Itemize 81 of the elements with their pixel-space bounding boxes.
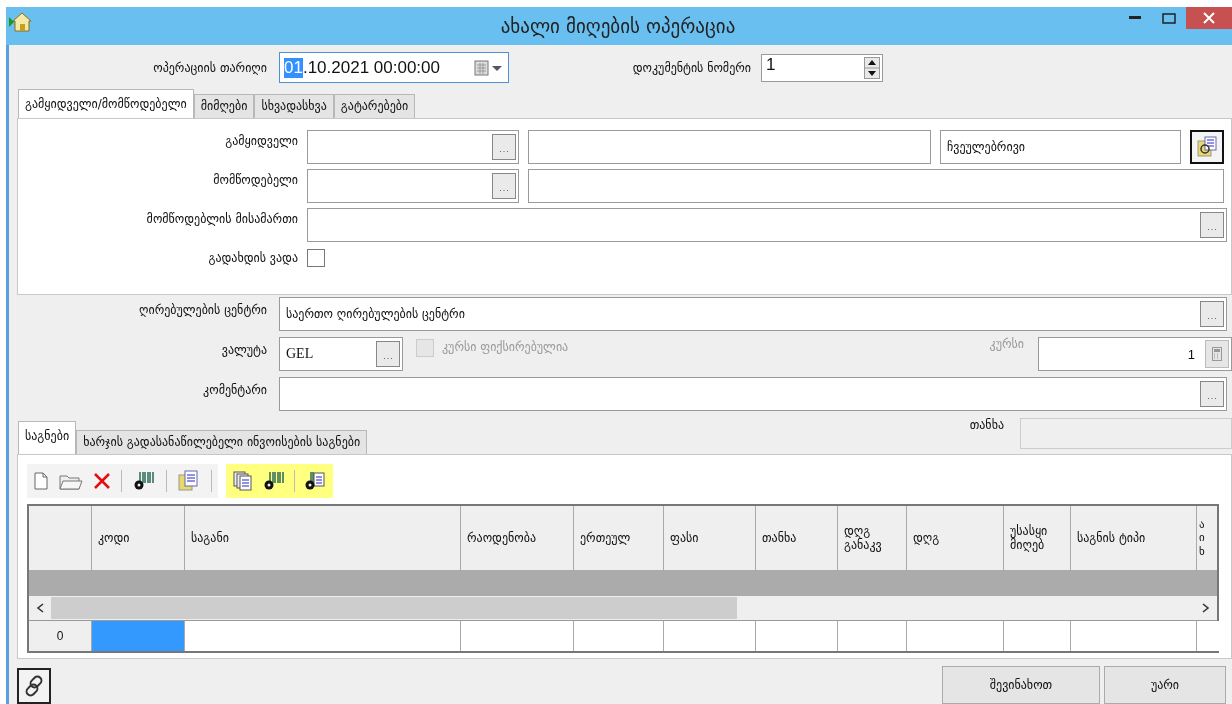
delete-icon[interactable]: [93, 472, 111, 490]
ellipsis-icon: [499, 188, 509, 192]
table-cell[interactable]: [91, 621, 184, 651]
tab[interactable]: მიმღები: [193, 94, 255, 118]
scroll-right-icon[interactable]: [1201, 602, 1211, 614]
field-label: მომწოდებელი: [212, 172, 298, 187]
scroll-left-icon[interactable]: [35, 602, 45, 614]
dialog-button[interactable]: შევინახოთ: [942, 666, 1100, 704]
supplier-name-field[interactable]: [528, 169, 1224, 203]
browse-button[interactable]: [1200, 212, 1224, 238]
total-label: თანხა: [969, 418, 1004, 432]
barcode-gear-icon[interactable]: [262, 470, 286, 492]
currency-field[interactable]: GEL: [279, 337, 403, 371]
selected-text: 01: [284, 57, 303, 78]
address-field[interactable]: [307, 208, 1227, 242]
field-value: ჩვეულებრივი: [947, 140, 1025, 154]
ellipsis-icon: [1207, 227, 1217, 231]
row-number: 0: [29, 621, 91, 651]
comment-field[interactable]: [279, 377, 1227, 411]
calculator-icon: [1212, 347, 1222, 361]
calendar-dropdown-icon[interactable]: [474, 59, 504, 76]
checkbox[interactable]: [307, 249, 325, 267]
maximize-icon: [1162, 12, 1176, 24]
seller-type-field[interactable]: ჩვეულებრივი: [940, 130, 1181, 164]
seller-name-field[interactable]: [528, 130, 931, 164]
dialog-button[interactable]: უარი: [1104, 666, 1226, 704]
scrollbar-thumb[interactable]: [51, 597, 738, 619]
tab[interactable]: გამყიდველი/მომწოდებელი: [18, 89, 194, 118]
field-label: გადახდის ვადა: [207, 250, 298, 265]
tab[interactable]: საგნები: [18, 421, 77, 454]
seller-code-field[interactable]: [307, 130, 519, 164]
close-icon: [1203, 12, 1215, 24]
browse-button[interactable]: [376, 341, 400, 367]
spinner-icon[interactable]: [864, 56, 880, 79]
new-file-icon[interactable]: [33, 472, 49, 490]
window-title: ახალი მიღების ოპერაცია: [500, 15, 736, 37]
document-gear-icon[interactable]: [303, 470, 327, 492]
rate-field[interactable]: 1: [1038, 337, 1232, 371]
field-label: დოკუმენტის ნომერი: [631, 60, 751, 75]
tab[interactable]: სხვადასხვა: [254, 94, 334, 118]
calculator-button[interactable]: [1205, 340, 1229, 368]
close-button[interactable]: [1186, 7, 1232, 29]
supplier-code-field[interactable]: [307, 169, 519, 203]
minimize-icon: [1129, 16, 1141, 20]
browse-button[interactable]: [492, 134, 516, 160]
checkbox-label: კურსი ფიქსირებულია: [442, 339, 569, 354]
date-text: .10.2021 00:00:00: [302, 57, 440, 78]
browse-button[interactable]: [1200, 381, 1224, 407]
field-label: კურსი: [989, 337, 1024, 351]
house-icon: [9, 11, 33, 33]
field-value: GEL: [286, 346, 314, 362]
ellipsis-icon: [1207, 316, 1217, 320]
number-field[interactable]: 1: [761, 53, 883, 82]
browse-button[interactable]: [492, 173, 516, 199]
cost-center-field[interactable]: საერთო ღირებულების ცენტრი: [279, 297, 1227, 331]
field-label: ოპერაციის თარიღი: [152, 60, 267, 75]
folder-icon[interactable]: [59, 472, 83, 490]
field-label: გამყიდველი: [224, 133, 298, 148]
field-value: საერთო ღირებულების ცენტრი: [286, 307, 465, 321]
document-icon: [1196, 136, 1218, 158]
field-label: მომწოდებლის მისამართი: [145, 211, 298, 226]
copy-document-icon[interactable]: [177, 470, 201, 492]
horizontal-scrollbar[interactable]: [29, 596, 1217, 620]
tab[interactable]: გატარებები: [333, 94, 416, 118]
field-label: ვალუტა: [220, 342, 267, 357]
ellipsis-icon: [499, 149, 509, 153]
browse-button[interactable]: [1200, 301, 1224, 327]
link-button[interactable]: [17, 668, 51, 704]
field-label: კომენტარი: [202, 382, 267, 397]
table-cell[interactable]: [1196, 621, 1219, 651]
ellipsis-icon: [383, 356, 393, 360]
ellipsis-icon: [1207, 396, 1217, 400]
date-field[interactable]: 01.10.2021 00:00:00: [279, 52, 509, 83]
link-icon: [23, 675, 45, 697]
card-button[interactable]: [1190, 130, 1224, 164]
field-value: 1: [1187, 346, 1195, 362]
copy-documents-icon[interactable]: [232, 470, 254, 492]
barcode-gear-icon[interactable]: [132, 470, 156, 492]
tab[interactable]: ხარჯის გადასანაწილებელი ინვოისების საგნები: [76, 430, 368, 454]
number-text: 1: [766, 54, 776, 75]
field-label: ღირებულების ცენტრი: [138, 302, 267, 317]
